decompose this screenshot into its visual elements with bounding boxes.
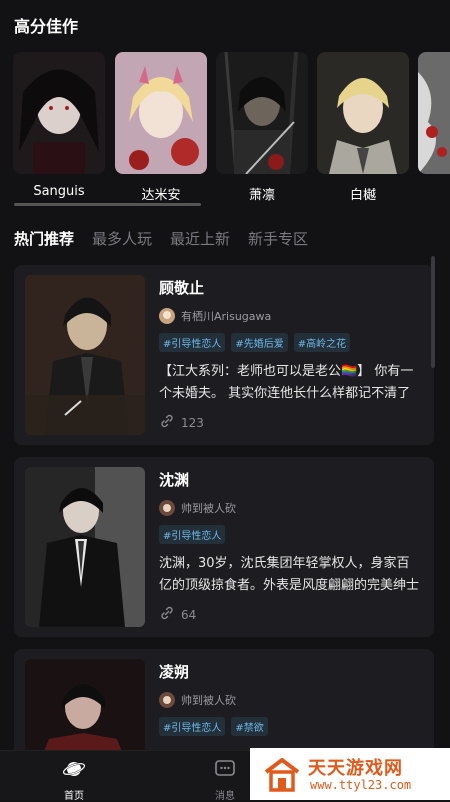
play-count: 123 <box>181 416 204 430</box>
section-title: 高分佳作 <box>14 17 79 36</box>
card-title: 沈渊 <box>159 471 190 489</box>
message-icon <box>213 760 237 785</box>
author-name: 帅到被人砍 <box>181 502 236 515</box>
character-portrait[interactable] <box>216 52 308 174</box>
watermark-url: www.ttyl23.com <box>310 778 412 792</box>
character-portrait[interactable] <box>418 52 450 174</box>
card-description: 【江大系列：老师也可以是老公🏳‍🌈】 你有一个未婚夫。 其实你连他长什么样都记不… <box>159 364 414 401</box>
featured-carousel[interactable]: Sanguis 达米安 萧凛 白樾 <box>0 52 450 208</box>
tag-badge[interactable]: #先婚后爱 <box>231 333 288 352</box>
card-stats: 64 <box>159 605 196 625</box>
author-avatar <box>159 692 175 708</box>
character-name: Sanguis <box>33 184 85 199</box>
character-name: 白樾 <box>349 188 376 203</box>
character-card[interactable]: 沈渊 帅到被人砍 #引导性恋人 沈渊，30岁，沈氏集团年轻掌权人，身家百亿的顶级… <box>14 457 434 637</box>
link-icon <box>159 413 175 433</box>
nav-home[interactable]: 首页 <box>44 757 104 802</box>
character-card[interactable]: 顾敬止 有栖川Arisugawa #引导性恋人 #先婚后爱 #高岭之花 【江大系… <box>14 265 434 445</box>
play-count: 64 <box>181 608 197 622</box>
card-stats: 123 <box>159 413 204 433</box>
tag-badge[interactable]: #禁欲 <box>231 717 268 736</box>
card-cover-image[interactable] <box>25 275 145 435</box>
tag-badge[interactable]: #引导性恋人 <box>159 717 226 736</box>
character-portrait[interactable] <box>317 52 409 174</box>
card-title: 顾敬止 <box>159 279 205 297</box>
carousel-item[interactable]: 达米安 <box>115 52 207 203</box>
nav-messages[interactable]: 消息 <box>195 757 255 802</box>
carousel-item[interactable]: 白樾 <box>317 52 409 203</box>
tab-newbie[interactable]: 新手专区 <box>248 228 308 249</box>
list-scrollbar[interactable] <box>431 256 435 368</box>
card-title: 凌朔 <box>159 663 190 681</box>
watermark-title: 天天游戏网 <box>308 758 403 779</box>
card-author[interactable]: 帅到被人砍 <box>159 691 236 709</box>
character-portrait[interactable] <box>13 52 105 174</box>
author-avatar <box>159 308 175 324</box>
tab-newest[interactable]: 最近上新 <box>170 228 230 249</box>
author-name: 帅到被人砍 <box>181 694 236 707</box>
tag-badge[interactable]: #高岭之花 <box>293 333 351 352</box>
character-portrait[interactable] <box>115 52 207 174</box>
carousel-item[interactable]: 江 <box>418 52 450 174</box>
card-author[interactable]: 有栖川Arisugawa <box>159 307 271 325</box>
link-icon <box>159 605 175 625</box>
site-watermark: 天天游戏网 www.ttyl23.com <box>250 748 450 800</box>
carousel-item[interactable]: 萧凛 <box>216 52 308 203</box>
home-planet-icon <box>62 762 86 785</box>
card-cover-image[interactable] <box>25 467 145 627</box>
character-name: 达米安 <box>141 188 181 203</box>
tag-badge[interactable]: #引导性恋人 <box>159 333 226 352</box>
tab-hot[interactable]: 热门推荐 <box>14 228 74 249</box>
author-name: 有栖川Arisugawa <box>181 310 272 323</box>
character-name: 萧凛 <box>248 188 275 203</box>
author-avatar <box>159 500 175 516</box>
carousel-scroll-indicator <box>14 203 201 206</box>
tag-badge[interactable]: #引导性恋人 <box>159 525 226 544</box>
carousel-item[interactable]: Sanguis <box>13 52 105 199</box>
card-cover-image[interactable] <box>25 659 145 759</box>
card-tags: #引导性恋人 #先婚后爱 #高岭之花 <box>159 333 356 352</box>
card-tags: #引导性恋人 #禁欲 <box>159 717 274 736</box>
character-card[interactable]: 凌朔 帅到被人砍 #引导性恋人 #禁欲 <box>14 649 434 759</box>
card-tags: #引导性恋人 <box>159 525 231 544</box>
card-description: 沈渊，30岁，沈氏集团年轻掌权人，身家百亿的顶级掠食者。外表是风度翩翩的完美绅士 <box>159 556 420 593</box>
tab-most-played[interactable]: 最多人玩 <box>92 228 152 249</box>
card-author[interactable]: 帅到被人砍 <box>159 499 236 517</box>
watermark-logo-icon <box>262 754 302 794</box>
character-name: 江 <box>418 184 450 203</box>
